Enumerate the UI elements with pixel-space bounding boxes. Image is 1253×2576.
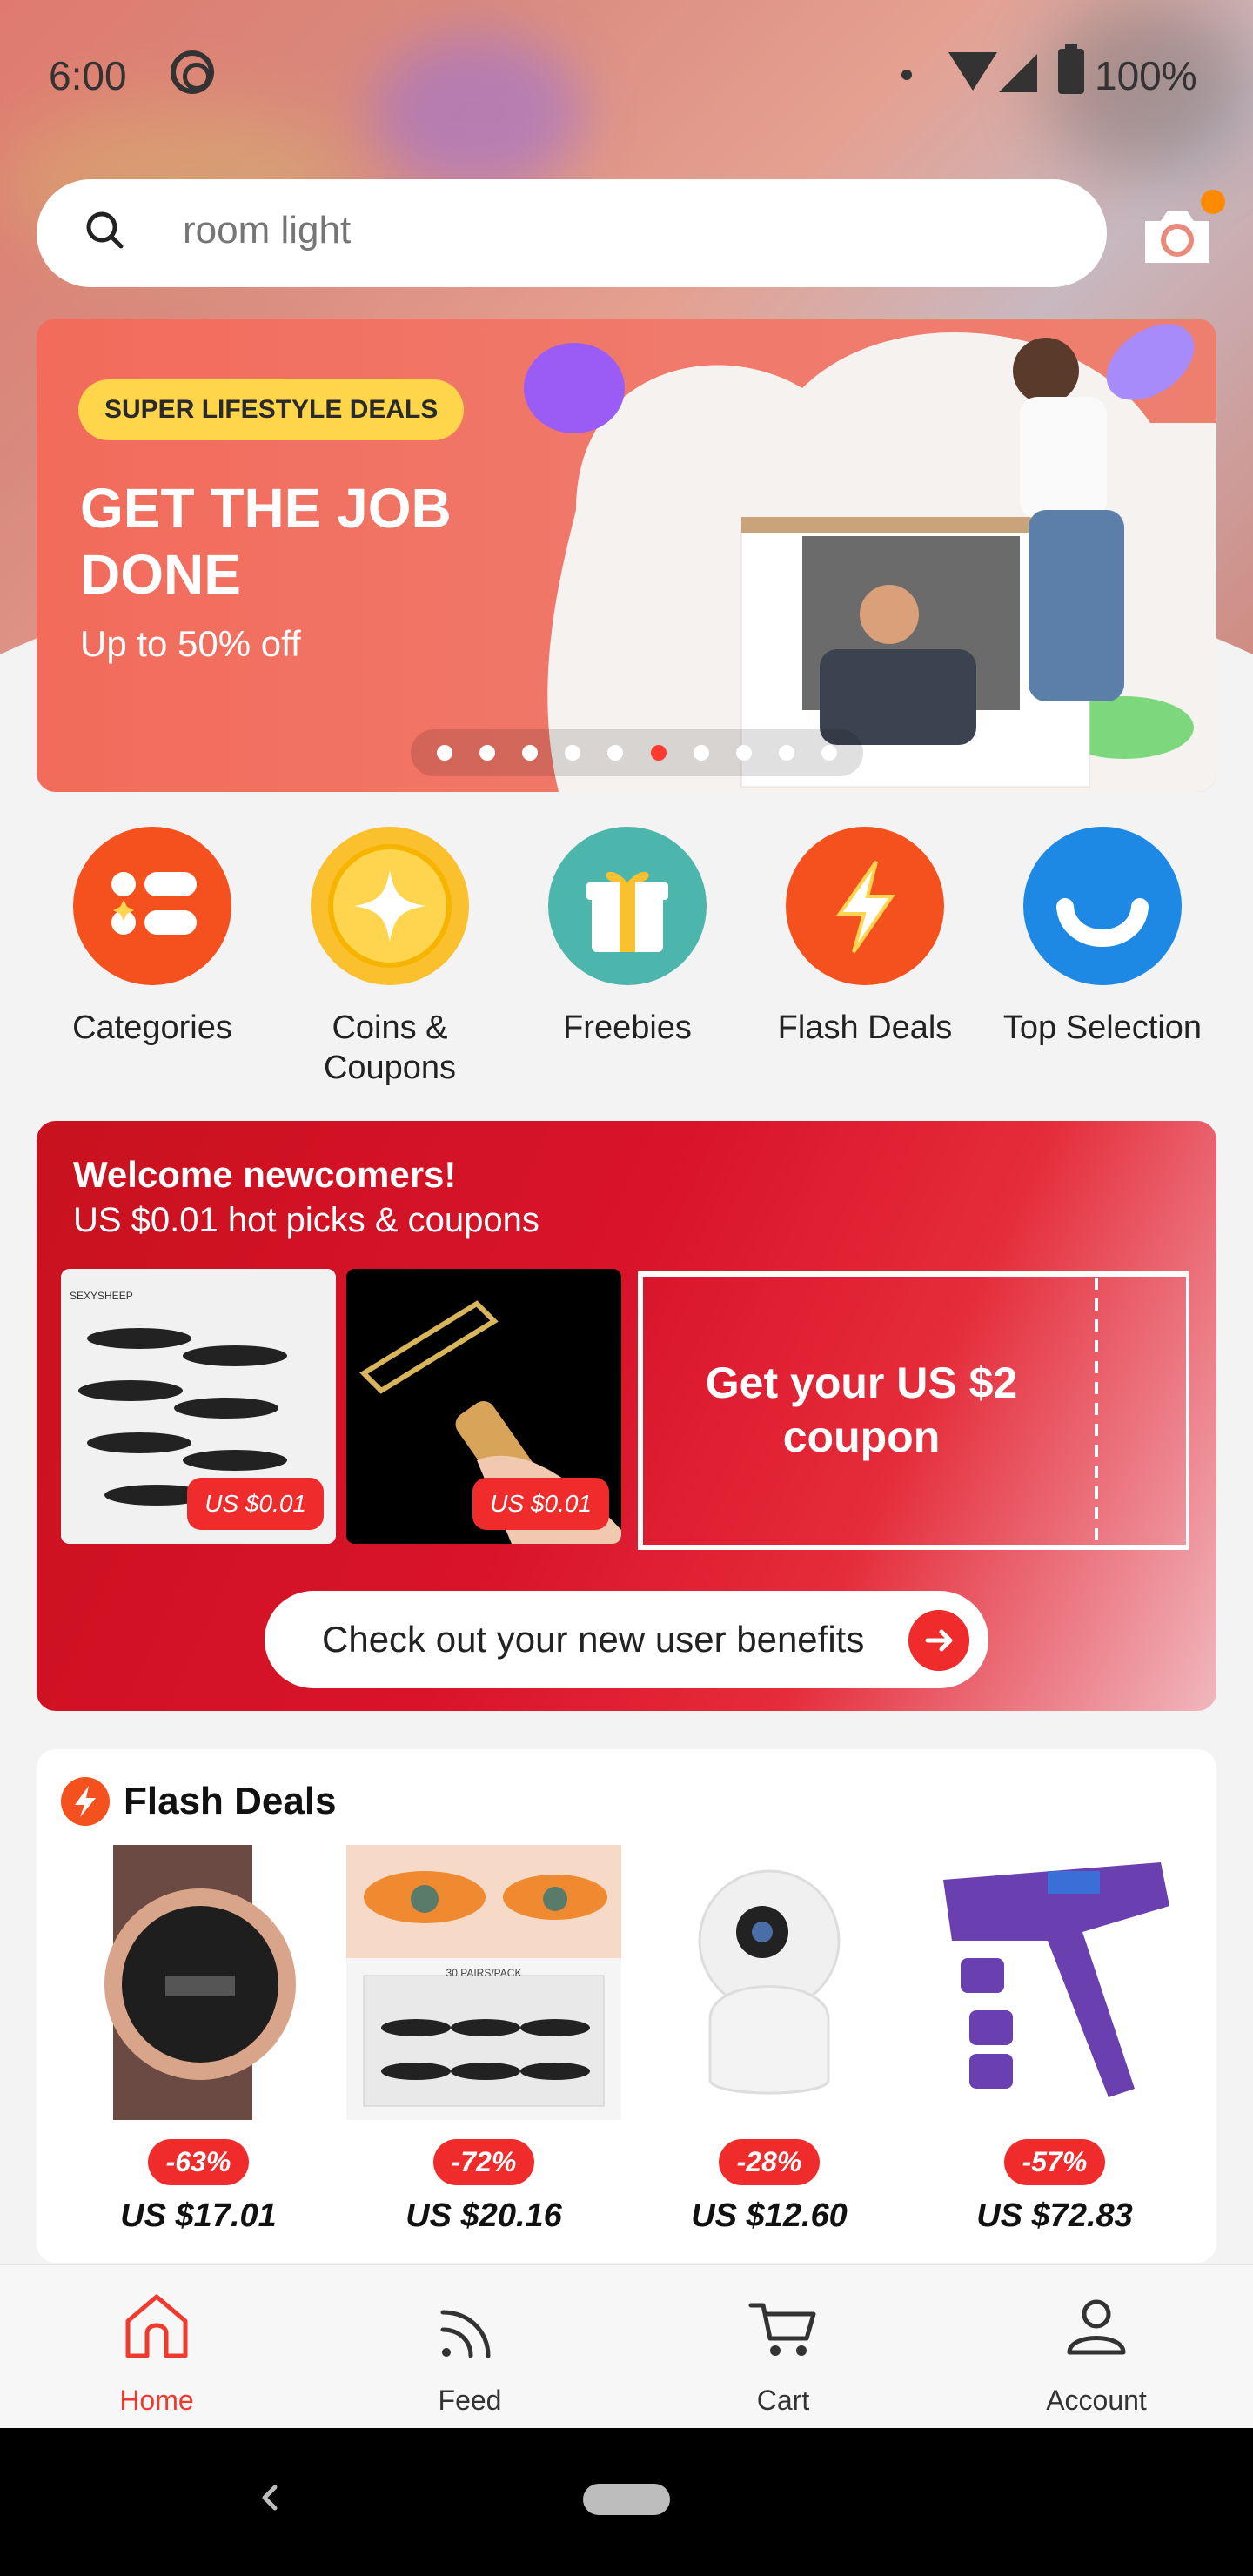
nav-feed[interactable]: Feed: [313, 2286, 626, 2417]
welcome-product[interactable]: US $0.01: [346, 1269, 621, 1544]
nav-label: Account: [1046, 2385, 1147, 2416]
nav-label: Feed: [438, 2385, 502, 2416]
search-input[interactable]: [183, 209, 966, 252]
hero-pill: SUPER LIFESTYLE DEALS: [78, 379, 465, 440]
carousel-indicator[interactable]: [411, 729, 863, 776]
nav-cart[interactable]: Cart: [626, 2286, 940, 2417]
hero-image: [524, 324, 1216, 792]
discount-badge: -72%: [433, 2139, 534, 2185]
flash-deal-item[interactable]: -57% US $72.83: [917, 1845, 1192, 2235]
welcome-title: Welcome newcomers!: [73, 1154, 457, 1195]
camera-badge: [1201, 190, 1225, 214]
quick-link-coins[interactable]: Coins & Coupons: [271, 827, 508, 1088]
home-icon: [125, 2294, 188, 2358]
quick-link-label: Flash Deals: [777, 1010, 953, 1046]
welcome-subtitle: US $0.01 hot picks & coupons: [73, 1201, 539, 1239]
gift-icon: [548, 827, 707, 985]
system-navigation-bar: [0, 2428, 1253, 2576]
quick-link-label: Coins & Coupons: [323, 1010, 457, 1086]
search-bar[interactable]: [37, 179, 1107, 287]
brand-label: SEXYSHEEP: [70, 1290, 133, 1302]
discount-badge: -63%: [148, 2139, 249, 2185]
deal-price: US $72.83: [976, 2197, 1133, 2234]
battery-icon: [1058, 44, 1084, 94]
coupon-text: Get your US $2 coupon: [705, 1358, 1018, 1461]
new-user-benefits-button[interactable]: Check out your new user benefits: [265, 1591, 988, 1688]
coins-icon: [311, 827, 469, 985]
hero-title: GET THE JOB DONE: [80, 477, 452, 606]
welcome-card[interactable]: Welcome newcomers! US $0.01 hot picks & …: [37, 1121, 1216, 1711]
flash-deal-item[interactable]: -63% US $17.01: [61, 1845, 336, 2235]
notification-icon: [171, 50, 214, 94]
bottom-navigation: Home Feed Cart Account: [0, 2264, 1253, 2428]
quick-links: Categories Coins & Coupons Freebies Flas…: [0, 827, 1253, 1105]
flash-deal-item[interactable]: -28% US $12.60: [632, 1845, 907, 2235]
deal-price: US $20.16: [405, 2197, 562, 2234]
camera-image: [632, 1845, 907, 2120]
flash-deals-section: Flash Deals -63% US $17.01 30 PAIRS/PACK…: [37, 1749, 1216, 2263]
dot-icon: [901, 70, 912, 80]
eyelashes-pack-image: 30 PAIRS/PACK: [346, 1845, 621, 2120]
wifi-icon: [948, 52, 997, 91]
nav-account[interactable]: Account: [940, 2286, 1253, 2417]
quick-link-top-selection[interactable]: Top Selection: [984, 827, 1221, 1048]
cart-icon: [748, 2303, 816, 2356]
quick-link-label: Top Selection: [1002, 1010, 1203, 1046]
home-pill[interactable]: [583, 2484, 670, 2515]
flash-deals-title: Flash Deals: [124, 1780, 337, 1822]
quick-link-freebies[interactable]: Freebies: [509, 827, 746, 1048]
nav-label: Home: [119, 2385, 194, 2416]
signal-icon: [999, 54, 1037, 92]
quick-link-label: Categories: [72, 1010, 232, 1046]
search-icon: [86, 211, 124, 249]
discount-badge: -28%: [719, 2139, 820, 2185]
status-time: 6:00: [49, 53, 127, 98]
account-icon: [1067, 2299, 1126, 2355]
nav-home[interactable]: Home: [0, 2286, 313, 2417]
lightning-icon: [786, 827, 944, 985]
watch-image: [61, 1845, 336, 2120]
nav-label: Cart: [756, 2385, 810, 2416]
product-price: US $0.01: [187, 1478, 324, 1530]
discount-badge: -57%: [1004, 2139, 1105, 2185]
flash-deals-header[interactable]: Flash Deals: [61, 1775, 337, 1828]
feed-icon: [440, 2310, 491, 2358]
back-icon[interactable]: [252, 2480, 287, 2515]
deal-price: US $12.60: [691, 2197, 848, 2234]
deal-price: US $17.01: [120, 2197, 277, 2234]
camera-icon[interactable]: [1140, 202, 1215, 268]
quick-link-categories[interactable]: Categories: [34, 827, 271, 1048]
hero-banner[interactable]: SUPER LIFESTYLE DEALS GET THE JOB DONE U…: [37, 319, 1216, 792]
battery-percent: 100%: [1095, 53, 1197, 98]
status-bar: 6:00 100%: [0, 0, 1253, 148]
quick-link-label: Freebies: [563, 1010, 692, 1046]
cta-label: Check out your new user benefits: [322, 1619, 865, 1660]
hero-subtitle: Up to 50% off: [80, 623, 301, 664]
smile-icon: [1023, 827, 1182, 985]
product-price: US $0.01: [472, 1478, 609, 1530]
lightning-icon: [61, 1777, 110, 1826]
categories-icon: [73, 827, 231, 985]
quick-link-flash-deals[interactable]: Flash Deals: [747, 827, 983, 1048]
arrow-right-icon: [908, 1610, 969, 1671]
welcome-product[interactable]: SEXYSHEEP US $0.01: [61, 1269, 336, 1544]
ipl-device-image: [917, 1845, 1192, 2120]
pack-label: 30 PAIRS/PACK: [446, 1967, 522, 1979]
flash-deal-item[interactable]: 30 PAIRS/PACK -72% US $20.16: [346, 1845, 621, 2235]
